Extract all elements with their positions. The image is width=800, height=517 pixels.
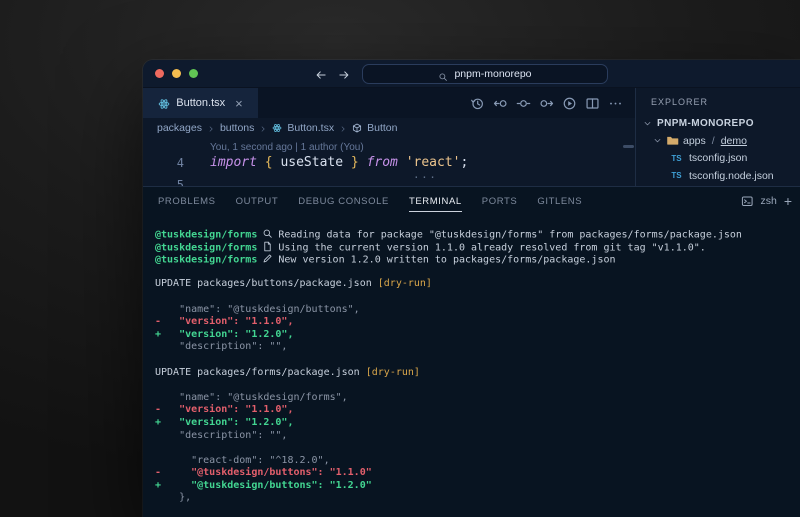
zoom-button[interactable]: [189, 69, 198, 78]
terminal-line: "name": "@tuskdesign/forms",: [155, 392, 800, 405]
ts-icon: TS: [670, 152, 683, 165]
address-bar[interactable]: pnpm-monorepo: [362, 64, 608, 84]
new-terminal-button[interactable]: +: [784, 194, 792, 208]
ts-icon: TS: [670, 169, 683, 182]
run-circle-icon[interactable]: [562, 96, 577, 111]
bottom-panel: PROBLEMS OUTPUT DEBUG CONSOLE TERMINAL PORTS…: [143, 186, 800, 517]
explorer-root-label: PNPM-MONOREPO: [657, 118, 754, 129]
address-bar-text: pnpm-monorepo: [454, 68, 531, 80]
terminal-line: },: [155, 492, 800, 505]
terminal-line: [155, 379, 800, 392]
panel-tab-problems[interactable]: PROBLEMS: [158, 187, 216, 215]
editor-actions: [470, 88, 623, 118]
terminal-line: "react-dom": "^18.2.0",: [155, 455, 800, 468]
code-editor[interactable]: You, 1 second ago | 1 author (You) 4 imp…: [143, 138, 635, 186]
document-icon: [262, 241, 273, 252]
code-line-4: 4 import { useState } from 'react';: [143, 155, 635, 173]
explorer-tree: apps/demoTStsconfig.jsonTStsconfig.node.…: [636, 132, 800, 185]
chevron-right-icon: [259, 124, 267, 132]
next-change-icon[interactable]: [539, 96, 554, 111]
back-button[interactable]: [315, 68, 327, 80]
panel-tabbar: PROBLEMS OUTPUT DEBUG CONSOLE TERMINAL PORTS…: [143, 187, 800, 215]
window-titlebar: pnpm-monorepo: [143, 60, 800, 88]
breadcrumb: packages buttons Button.tsx Button: [143, 118, 635, 138]
traffic-lights: [155, 69, 198, 78]
terminal-line: [155, 291, 800, 304]
minimize-button[interactable]: [172, 69, 181, 78]
explorer-sidebar: EXPLORER PNPM-MONOREPO apps/demoTStsconf…: [635, 88, 800, 186]
react-icon: [272, 123, 282, 133]
gitlens-blame: You, 1 second ago | 1 author (You): [210, 142, 364, 153]
terminal-line: - "version": "1.1.0",: [155, 316, 800, 329]
search-icon: [262, 228, 273, 239]
line-number: 4: [143, 156, 184, 170]
code-text: import { useState } from 'react';: [210, 155, 468, 170]
panel-tab-ports[interactable]: PORTS: [482, 187, 518, 215]
terminal-line: - "@tuskdesign/buttons": "1.1.0": [155, 467, 800, 480]
terminal-line: UPDATE packages/forms/package.json [dry-…: [155, 367, 800, 380]
terminal-line: @tuskdesign/formsNew version 1.2.0 writt…: [155, 253, 800, 266]
explorer-item-tsconfig.node.json[interactable]: TStsconfig.node.json: [636, 167, 800, 185]
panel-tab-output[interactable]: OUTPUT: [236, 187, 279, 215]
panel-tab-terminal[interactable]: TERMINAL: [409, 187, 462, 215]
forward-button[interactable]: [338, 68, 350, 80]
terminal-line: [155, 354, 800, 367]
terminal-line: @tuskdesign/formsUsing the current versi…: [155, 241, 800, 254]
chevron-down-icon: [653, 136, 662, 145]
terminal-line: + "@tuskdesign/buttons": "1.2.0": [155, 480, 800, 493]
editor-scrollbar-thumb[interactable]: [623, 145, 634, 148]
pencil-icon: [262, 253, 273, 264]
breadcrumb-item-button[interactable]: Button: [367, 122, 397, 134]
terminal-line: + "version": "1.2.0",: [155, 417, 800, 430]
explorer-item-tsconfig.json[interactable]: TStsconfig.json: [636, 150, 800, 168]
explorer-item-demo[interactable]: apps/demo: [636, 132, 800, 150]
chevron-down-icon: [643, 119, 652, 128]
cube-icon: [352, 123, 362, 133]
split-editor-icon[interactable]: [585, 96, 600, 111]
terminal-line: [155, 266, 800, 279]
terminal-line: UPDATE packages/buttons/package.json [dr…: [155, 278, 800, 291]
changes-icon[interactable]: [516, 96, 531, 111]
code-line-5: 5: [143, 177, 635, 186]
panel-tabs: PROBLEMS OUTPUT DEBUG CONSOLE TERMINAL PORTS…: [158, 187, 582, 215]
close-icon[interactable]: ×: [235, 97, 243, 110]
chevron-right-icon: [339, 124, 347, 132]
desktop-background: pnpm-monorepo Button.tsx × packages butto…: [0, 0, 800, 517]
breadcrumb-item-button-tsx[interactable]: Button.tsx: [287, 122, 334, 134]
terminal-line: [155, 442, 800, 455]
close-button[interactable]: [155, 69, 164, 78]
shell-group: zsh +: [741, 194, 792, 208]
terminal-line: "description": "",: [155, 430, 800, 443]
terminal-line: @tuskdesign/formsReading data for packag…: [155, 228, 800, 241]
tab-label: Button.tsx: [176, 97, 225, 109]
terminal-line: "name": "@tuskdesign/buttons",: [155, 304, 800, 317]
react-icon: [158, 97, 170, 109]
terminal-output[interactable]: @tuskdesign/formsReading data for packag…: [143, 215, 800, 517]
ellipsis-dots: ···: [413, 171, 437, 184]
prev-change-icon[interactable]: [493, 96, 508, 111]
nav-arrows: [315, 60, 350, 87]
panel-tab-gitlens[interactable]: GITLENS: [537, 187, 582, 215]
history-icon[interactable]: [470, 96, 485, 111]
breadcrumb-item-buttons[interactable]: buttons: [220, 122, 254, 134]
terminal-line: - "version": "1.1.0",: [155, 404, 800, 417]
terminal-line: + "version": "1.2.0",: [155, 329, 800, 342]
terminal-line: "description": "",: [155, 341, 800, 354]
explorer-root[interactable]: PNPM-MONOREPO: [636, 118, 800, 129]
line-number-next: 5: [143, 178, 184, 186]
terminal-icon: [741, 195, 754, 208]
search-icon: [438, 69, 448, 79]
chevron-right-icon: [207, 124, 215, 132]
tab-button-tsx[interactable]: Button.tsx ×: [143, 88, 258, 118]
explorer-header[interactable]: EXPLORER: [651, 97, 800, 107]
breadcrumb-item-packages[interactable]: packages: [157, 122, 202, 134]
vscode-window: pnpm-monorepo Button.tsx × packages butto…: [143, 60, 800, 517]
editor-tabstrip: Button.tsx ×: [143, 88, 635, 118]
panel-tab-debug-console[interactable]: DEBUG CONSOLE: [298, 187, 389, 215]
more-actions-icon[interactable]: [608, 96, 623, 111]
folder-icon: [666, 134, 679, 147]
shell-label[interactable]: zsh: [760, 195, 776, 207]
